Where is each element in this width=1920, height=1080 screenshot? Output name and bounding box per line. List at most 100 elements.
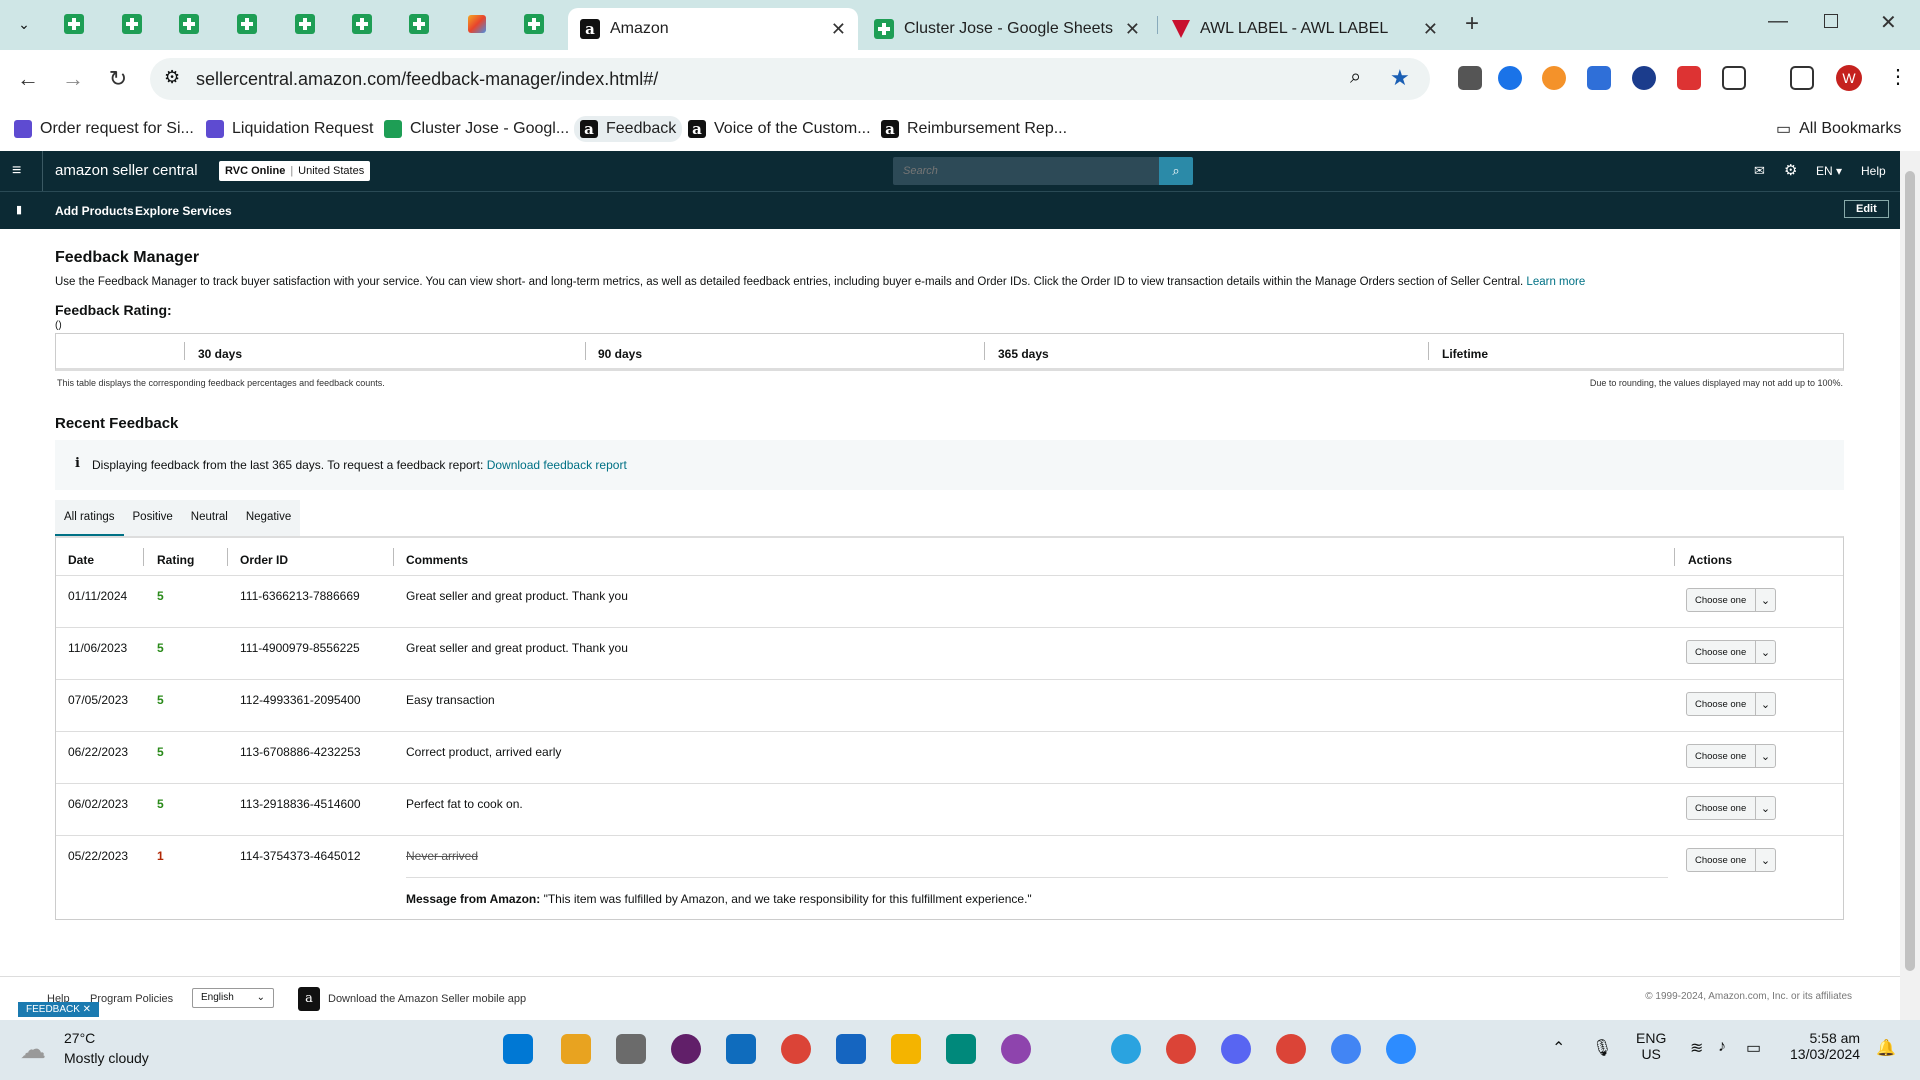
bookmark-cluster-jose[interactable]: Cluster Jose - Googl... xyxy=(384,116,569,142)
extension-red-icon[interactable] xyxy=(1677,66,1701,90)
language-indicator[interactable]: ENG US xyxy=(1636,1030,1666,1062)
store-selector[interactable]: RVC Online | United States xyxy=(219,161,371,181)
file-explorer-icon[interactable] xyxy=(891,1034,921,1064)
back-button[interactable]: ← xyxy=(15,66,41,92)
slack-icon[interactable] xyxy=(671,1034,701,1064)
tab-positive[interactable]: Positive xyxy=(124,500,182,536)
reload-button[interactable]: ↻ xyxy=(105,66,131,92)
extension-off-icon[interactable] xyxy=(1458,66,1482,90)
windows-start-icon[interactable] xyxy=(503,1034,533,1064)
hamburger-menu-icon[interactable]: ≡ xyxy=(12,162,21,180)
bookmark-order-request[interactable]: Order request for Si... xyxy=(14,116,194,142)
profile-avatar[interactable]: W xyxy=(1836,65,1862,91)
notification-bell-icon[interactable]: 🔔 xyxy=(1876,1038,1896,1058)
tab-negative[interactable]: Negative xyxy=(237,500,300,536)
telegram-icon[interactable] xyxy=(1111,1034,1141,1064)
mail-app-icon[interactable] xyxy=(726,1034,756,1064)
zoom-icon[interactable] xyxy=(1386,1034,1416,1064)
meet-icon[interactable] xyxy=(946,1034,976,1064)
seller-central-logo[interactable]: amazon seller central xyxy=(55,162,198,179)
url-text[interactable]: sellercentral.amazon.com/feedback-manage… xyxy=(196,69,658,90)
extensions-puzzle-icon[interactable] xyxy=(1722,66,1746,90)
download-app-link[interactable]: Download the Amazon Seller mobile app xyxy=(328,993,526,1005)
actions-dropdown[interactable]: Choose one ⌄ xyxy=(1686,796,1776,820)
zoom-icon[interactable]: ⌕ xyxy=(1350,66,1361,89)
tab-awl-label[interactable]: AWL LABEL - AWL LABEL ✕ xyxy=(1160,8,1450,50)
clock[interactable]: 5:58 am 13/03/2024 xyxy=(1790,1030,1860,1062)
bookmark-star-icon[interactable]: ★ xyxy=(1390,65,1410,91)
order-id-link[interactable]: 113-6708886-4232253 xyxy=(240,745,361,759)
program-policies-link[interactable]: Program Policies xyxy=(90,993,173,1005)
forward-button[interactable]: → xyxy=(60,66,86,92)
wifi-icon[interactable]: ≋ xyxy=(1690,1038,1703,1058)
sheets-tab-icon[interactable] xyxy=(235,12,259,36)
weather-text[interactable]: Mostly cloudy xyxy=(64,1050,149,1066)
bookmark-liquidation[interactable]: Liquidation Request xyxy=(206,116,373,142)
omnibox[interactable]: ⚙ sellercentral.amazon.com/feedback-mana… xyxy=(150,58,1430,100)
sheets-tab-icon[interactable] xyxy=(407,12,431,36)
explore-services-link[interactable]: Explore Services xyxy=(135,204,232,218)
download-report-link[interactable]: Download feedback report xyxy=(487,458,627,472)
extension-blue-icon[interactable] xyxy=(1498,66,1522,90)
bookmark-icon[interactable]: ▮ xyxy=(16,203,22,216)
weather-temp[interactable]: 27°C xyxy=(64,1030,95,1046)
bookmark-reimbursement[interactable]: a Reimbursement Rep... xyxy=(881,116,1067,142)
messenger-icon[interactable] xyxy=(1001,1034,1031,1064)
microphone-icon[interactable]: 🎙 xyxy=(1592,1038,1612,1058)
chrome-profile-icon[interactable] xyxy=(1166,1034,1196,1064)
tab-google-sheets[interactable]: Cluster Jose - Google Sheets ✕ xyxy=(862,8,1152,50)
bookmark-feedback[interactable]: a Feedback xyxy=(574,116,683,142)
tab-neutral[interactable]: Neutral xyxy=(182,500,237,536)
order-id-link[interactable]: 111-6366213-7886669 xyxy=(240,589,360,603)
chevron-up-icon[interactable]: ⌃ xyxy=(1552,1038,1565,1058)
tab-search-icon[interactable]: ⌄ xyxy=(12,12,36,36)
edit-button[interactable]: Edit xyxy=(1844,200,1889,218)
all-bookmarks[interactable]: ▭ All Bookmarks xyxy=(1776,116,1901,142)
help-link[interactable]: Help xyxy=(1861,164,1886,178)
side-panel-icon[interactable] xyxy=(1790,66,1814,90)
actions-dropdown[interactable]: Choose one ⌄ xyxy=(1686,744,1776,768)
close-icon[interactable]: ✕ xyxy=(1125,19,1140,40)
page-scrollbar[interactable] xyxy=(1900,151,1920,1020)
close-window-button[interactable]: ✕ xyxy=(1880,10,1897,35)
discord-icon[interactable] xyxy=(1221,1034,1251,1064)
sheets-tab-icon[interactable] xyxy=(120,12,144,36)
search-input[interactable] xyxy=(893,157,1193,185)
weather-cloud-icon[interactable]: ☁ xyxy=(20,1034,54,1064)
actions-dropdown[interactable]: Choose one ⌄ xyxy=(1686,848,1776,872)
add-products-link[interactable]: Add Products xyxy=(55,204,134,218)
sheets-tab-icon[interactable] xyxy=(522,12,546,36)
close-icon[interactable]: ✕ xyxy=(831,19,846,40)
order-id-link[interactable]: 112-4993361-2095400 xyxy=(240,693,361,707)
sheets-tab-icon[interactable] xyxy=(350,12,374,36)
language-select[interactable]: English ⌄ xyxy=(192,988,274,1008)
scrollbar-thumb[interactable] xyxy=(1905,171,1915,971)
actions-dropdown[interactable]: Choose one ⌄ xyxy=(1686,692,1776,716)
sheets-tab-icon[interactable] xyxy=(293,12,317,36)
actions-dropdown[interactable]: Choose one ⌄ xyxy=(1686,640,1776,664)
close-icon[interactable]: ✕ xyxy=(1423,19,1438,40)
pen-app-tab-icon[interactable] xyxy=(465,12,489,36)
chrome-profile-icon[interactable] xyxy=(1331,1034,1361,1064)
feedback-tag-button[interactable]: FEEDBACK ✕ xyxy=(18,1002,100,1017)
tab-amazon[interactable]: a Amazon ✕ xyxy=(568,8,858,50)
amazon-app-icon[interactable]: a xyxy=(298,987,320,1011)
search-icon[interactable]: ⌕ xyxy=(1159,157,1193,185)
mail-icon[interactable]: ✉ xyxy=(1754,163,1765,179)
tab-all-ratings[interactable]: All ratings xyxy=(55,500,124,536)
order-id-link[interactable]: 114-3754373-4645012 xyxy=(240,849,361,863)
menu-kebab-icon[interactable]: ⋮ xyxy=(1888,64,1908,89)
new-tab-button[interactable]: + xyxy=(1465,10,1479,38)
extension-dark-icon[interactable] xyxy=(1632,66,1656,90)
sheets-tab-icon[interactable] xyxy=(177,12,201,36)
task-view-icon[interactable] xyxy=(616,1034,646,1064)
bookmark-voice-of-customer[interactable]: a Voice of the Custom... xyxy=(688,116,871,142)
site-info-icon[interactable]: ⚙ xyxy=(164,67,180,88)
search-app-icon[interactable] xyxy=(561,1034,591,1064)
sheets-tab-icon[interactable] xyxy=(62,12,86,36)
learn-more-link[interactable]: Learn more xyxy=(1526,276,1585,288)
actions-dropdown[interactable]: Choose one ⌄ xyxy=(1686,588,1776,612)
restore-window-button[interactable] xyxy=(1824,14,1838,28)
minimize-window-button[interactable]: — xyxy=(1768,10,1788,33)
order-id-link[interactable]: 113-2918836-4514600 xyxy=(240,797,361,811)
